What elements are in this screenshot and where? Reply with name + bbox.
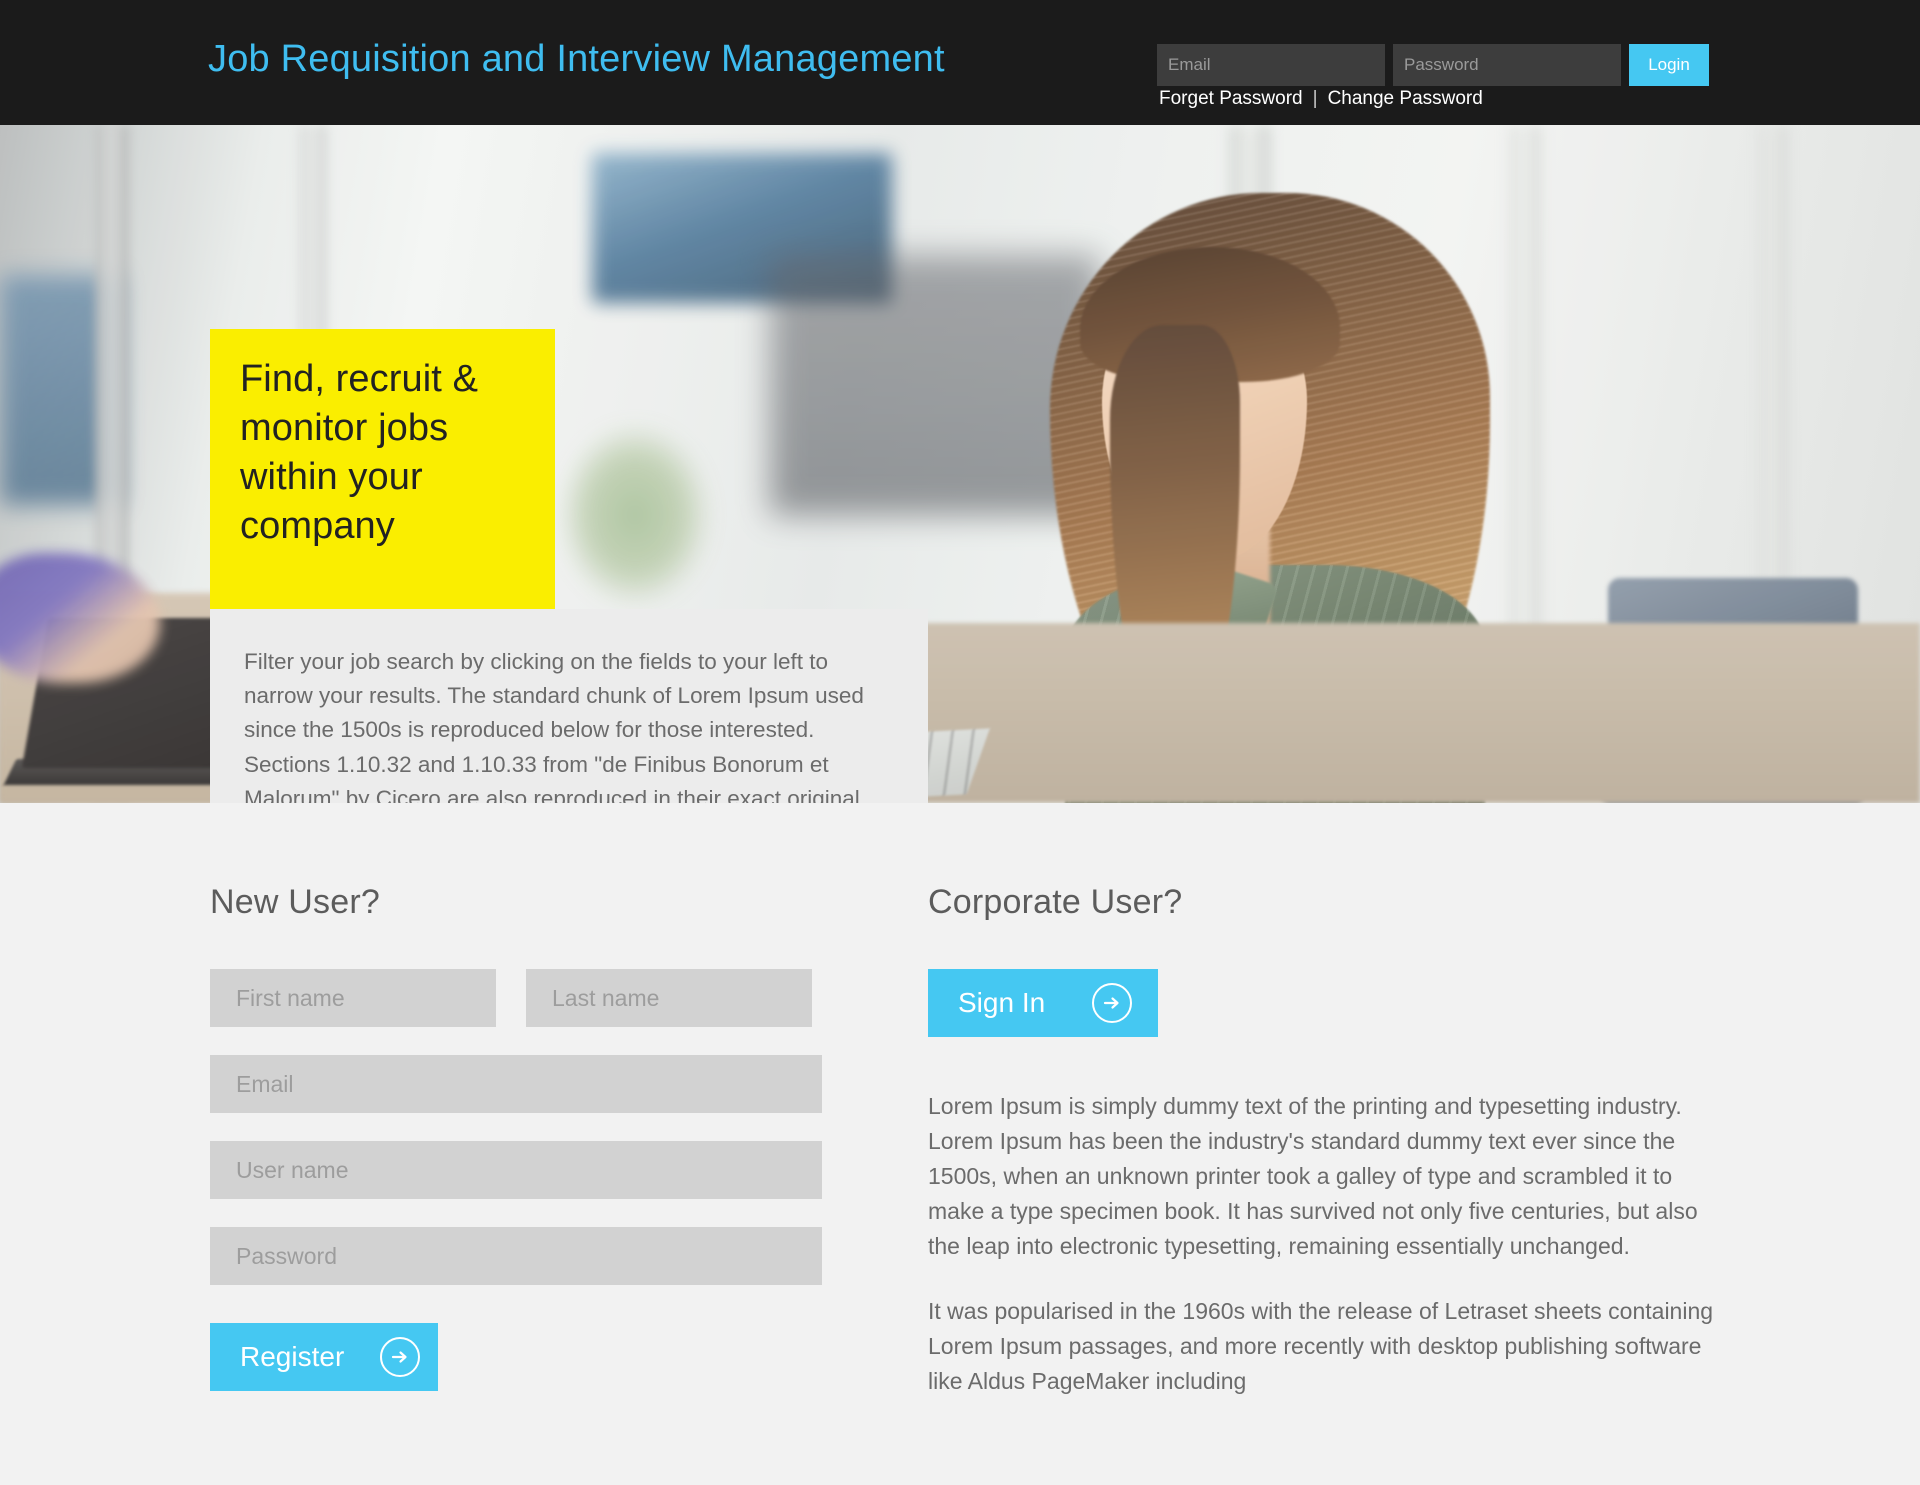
- main-content: New User? Register Corporate User? Sign …: [0, 803, 1920, 1485]
- page-header: Job Requisition and Interview Management…: [0, 0, 1920, 125]
- name-field-row: [210, 969, 822, 1027]
- corporate-user-title: Corporate User?: [928, 883, 1183, 921]
- forget-password-link[interactable]: Forget Password: [1159, 88, 1303, 110]
- corporate-user-section: Corporate User? Sign In Lorem Ipsum is s…: [928, 883, 1718, 1429]
- register-button-label: Register: [240, 1341, 345, 1372]
- user-name-input[interactable]: [210, 1141, 822, 1199]
- register-button[interactable]: Register: [210, 1323, 438, 1391]
- link-separator: |: [1312, 88, 1318, 109]
- corporate-paragraph-2: It was popularised in the 1960s with the…: [928, 1297, 1714, 1394]
- sign-in-button-label: Sign In: [958, 987, 1046, 1018]
- arrow-circle-right-icon: [380, 1337, 421, 1377]
- last-name-input[interactable]: [526, 969, 812, 1027]
- hero-headline: Find, recruit & monitor jobs within your…: [240, 358, 479, 548]
- header-login-form: Login: [1157, 44, 1709, 86]
- email-input[interactable]: [210, 1055, 822, 1113]
- new-user-section: New User? Register: [210, 883, 822, 1391]
- password-input[interactable]: [210, 1227, 822, 1285]
- hero-banner: Find, recruit & monitor jobs within your…: [0, 125, 1920, 803]
- first-name-input[interactable]: [210, 969, 496, 1027]
- new-user-title: New User?: [210, 883, 380, 921]
- hero-description: Filter your job search by clicking on th…: [244, 649, 864, 803]
- header-links: Forget Password | Change Password: [1159, 88, 1483, 110]
- corporate-paragraph-1: Lorem Ipsum is simply dummy text of the …: [928, 1093, 1698, 1259]
- arrow-circle-right-icon: [1092, 983, 1132, 1023]
- header-password-input[interactable]: [1393, 44, 1621, 86]
- hero-headline-box: Find, recruit & monitor jobs within your…: [210, 329, 555, 609]
- sign-in-button[interactable]: Sign In: [928, 969, 1158, 1037]
- login-button[interactable]: Login: [1629, 44, 1709, 86]
- change-password-link[interactable]: Change Password: [1328, 88, 1483, 110]
- hero-description-box: Filter your job search by clicking on th…: [210, 609, 928, 803]
- header-email-input[interactable]: [1157, 44, 1385, 86]
- page-title: Job Requisition and Interview Management: [208, 38, 945, 80]
